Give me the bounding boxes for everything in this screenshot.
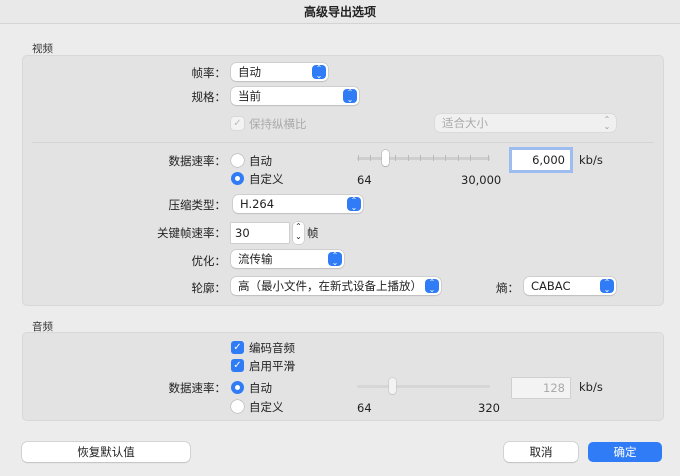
updown-icon: ⌃ ⌄	[347, 197, 361, 212]
audio-data-rate-slider[interactable]	[357, 378, 490, 394]
frame-rate-popup[interactable]: 自动 ⌃ ⌄	[231, 63, 328, 81]
profile-popup[interactable]: 高（最小文件，在新式设备上播放） ⌃ ⌄	[231, 277, 441, 295]
keyframe-stepper[interactable]: ⌃ ⌄	[293, 222, 304, 244]
data-rate-label: 数据速率：	[168, 154, 227, 168]
slider-knob[interactable]	[389, 378, 396, 394]
frame-rate-value: 自动	[238, 65, 261, 79]
keyframe-unit: 帧	[307, 226, 319, 240]
audio-data-rate-label: 数据速率：	[168, 381, 227, 395]
video-data-rate-field[interactable]: 6,000	[512, 150, 570, 170]
slider-knob[interactable]	[382, 150, 389, 166]
keep-aspect-checkbox[interactable]: ✓	[231, 117, 244, 130]
size-popup[interactable]: 当前 ⌃ ⌄	[231, 87, 359, 105]
audio-group	[22, 332, 664, 421]
updown-icon: ⌃ ⌄	[425, 279, 439, 294]
data-rate-custom-label: 自定义	[249, 172, 284, 186]
scale-value: 适合大小	[442, 116, 488, 130]
frame-rate-label: 帧率：	[191, 66, 227, 80]
entropy-label: 熵：	[496, 281, 519, 295]
slider-max-label: 30,000	[461, 173, 502, 187]
compression-popup[interactable]: H.264 ⌃ ⌄	[233, 195, 363, 213]
encode-audio-label: 编码音频	[249, 341, 295, 355]
unit-label: kb/s	[579, 153, 603, 167]
encode-audio-checkbox[interactable]: ✓	[231, 341, 244, 354]
updown-icon: ⌃ ⌄	[343, 89, 357, 104]
optimize-value: 流传输	[238, 252, 273, 266]
audio-rate-custom-label: 自定义	[249, 400, 284, 414]
audio-rate-auto-radio[interactable]	[231, 381, 244, 394]
entropy-popup[interactable]: CABAC ⌃ ⌄	[524, 277, 616, 295]
slider-min-label: 64	[357, 173, 372, 187]
video-section-label: 视频	[32, 43, 53, 55]
video-data-rate-slider[interactable]	[357, 150, 490, 166]
keyframe-label: 关键帧速率：	[157, 226, 226, 240]
compression-value: H.264	[240, 197, 275, 211]
audio-slider-min: 64	[357, 401, 372, 415]
cancel-button[interactable]: 取消	[504, 442, 578, 462]
data-rate-auto-radio[interactable]	[231, 154, 244, 167]
audio-slider-max: 320	[478, 401, 500, 415]
updown-icon: ⌃ ⌄	[312, 65, 326, 80]
size-label: 规格：	[191, 90, 227, 104]
keyframe-field[interactable]: 30	[231, 223, 289, 243]
audio-rate-auto-label: 自动	[249, 381, 272, 395]
ok-button[interactable]: 确定	[588, 442, 662, 462]
updown-icon: ⌃ ⌄	[603, 115, 611, 131]
updown-icon: ⌃ ⌄	[328, 252, 342, 267]
keep-aspect-label: 保持纵横比	[249, 117, 307, 131]
smoothing-label: 启用平滑	[249, 359, 295, 373]
data-rate-auto-label: 自动	[249, 154, 272, 168]
profile-label: 轮廓：	[191, 281, 227, 295]
optimize-popup[interactable]: 流传输 ⌃ ⌄	[231, 250, 344, 268]
audio-data-rate-field[interactable]: 128	[512, 378, 570, 398]
restore-defaults-button[interactable]: 恢复默认值	[22, 442, 190, 462]
updown-icon: ⌃ ⌄	[600, 279, 614, 294]
audio-unit-label: kb/s	[579, 380, 603, 394]
scale-popup[interactable]: 适合大小 ⌃ ⌄	[435, 114, 616, 132]
smoothing-checkbox[interactable]: ✓	[231, 359, 244, 372]
optimize-label: 优化：	[191, 254, 227, 268]
compression-label: 压缩类型：	[168, 198, 227, 212]
data-rate-custom-radio[interactable]	[231, 172, 244, 185]
entropy-value: CABAC	[531, 279, 571, 293]
size-value: 当前	[238, 89, 261, 103]
separator	[32, 142, 654, 143]
audio-rate-custom-radio[interactable]	[231, 400, 244, 413]
dialog-title: 高级导出选项	[0, 0, 680, 24]
profile-value: 高（最小文件，在新式设备上播放）	[238, 279, 422, 293]
